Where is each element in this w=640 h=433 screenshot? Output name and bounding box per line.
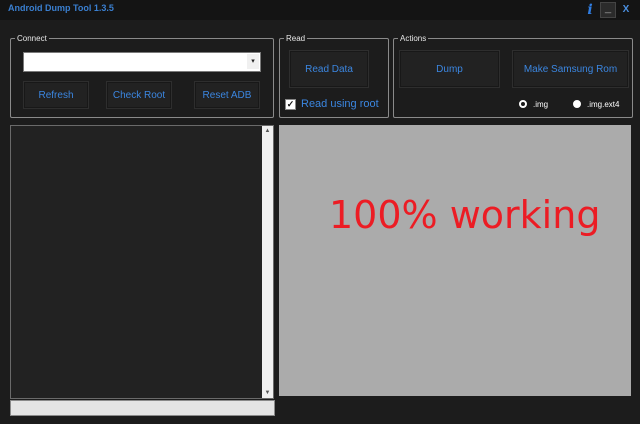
log-scrollbar[interactable]: ▲ ▼ xyxy=(262,126,273,398)
read-using-root-option[interactable]: ✓ Read using root xyxy=(285,97,379,111)
read-legend: Read xyxy=(286,34,306,43)
format-radio-img[interactable] xyxy=(519,100,527,108)
make-samsung-rom-button[interactable]: Make Samsung Rom xyxy=(512,50,629,88)
device-select[interactable]: ▾ xyxy=(23,52,261,72)
progress-bar xyxy=(10,400,275,416)
read-using-root-label: Read using root xyxy=(301,98,379,110)
scroll-up-icon[interactable]: ▲ xyxy=(262,126,273,136)
app-window: Android Dump Tool 1.3.5 i _ X Connect ▾ … xyxy=(0,0,640,424)
preview-panel: 100% working xyxy=(279,125,631,396)
format-option-img-ext4[interactable]: .img.ext4 xyxy=(573,98,619,110)
read-data-button[interactable]: Read Data xyxy=(289,50,369,88)
log-textarea[interactable]: ▲ ▼ xyxy=(10,125,274,399)
format-option-img[interactable]: .img xyxy=(519,98,548,110)
chevron-down-icon[interactable]: ▾ xyxy=(247,54,259,69)
format-label-img: .img xyxy=(533,99,549,109)
close-button[interactable]: X xyxy=(618,2,634,18)
minimize-button[interactable]: _ xyxy=(600,2,616,18)
connect-legend: Connect xyxy=(17,34,47,43)
info-icon[interactable]: i xyxy=(583,2,597,18)
actions-legend: Actions xyxy=(400,34,427,43)
overlay-caption: 100% working xyxy=(329,193,601,237)
format-label-img-ext4: .img.ext4 xyxy=(587,99,620,109)
scroll-down-icon[interactable]: ▼ xyxy=(262,388,273,398)
title-bar[interactable]: Android Dump Tool 1.3.5 i _ X xyxy=(0,0,640,20)
format-radio-img-ext4[interactable] xyxy=(573,100,581,108)
dump-button[interactable]: Dump xyxy=(399,50,500,88)
reset-adb-button[interactable]: Reset ADB xyxy=(194,81,260,109)
read-using-root-checkbox[interactable]: ✓ xyxy=(285,98,296,110)
check-root-button[interactable]: Check Root xyxy=(106,81,172,109)
refresh-button[interactable]: Refresh xyxy=(23,81,89,109)
window-title: Android Dump Tool 1.3.5 xyxy=(8,3,114,13)
